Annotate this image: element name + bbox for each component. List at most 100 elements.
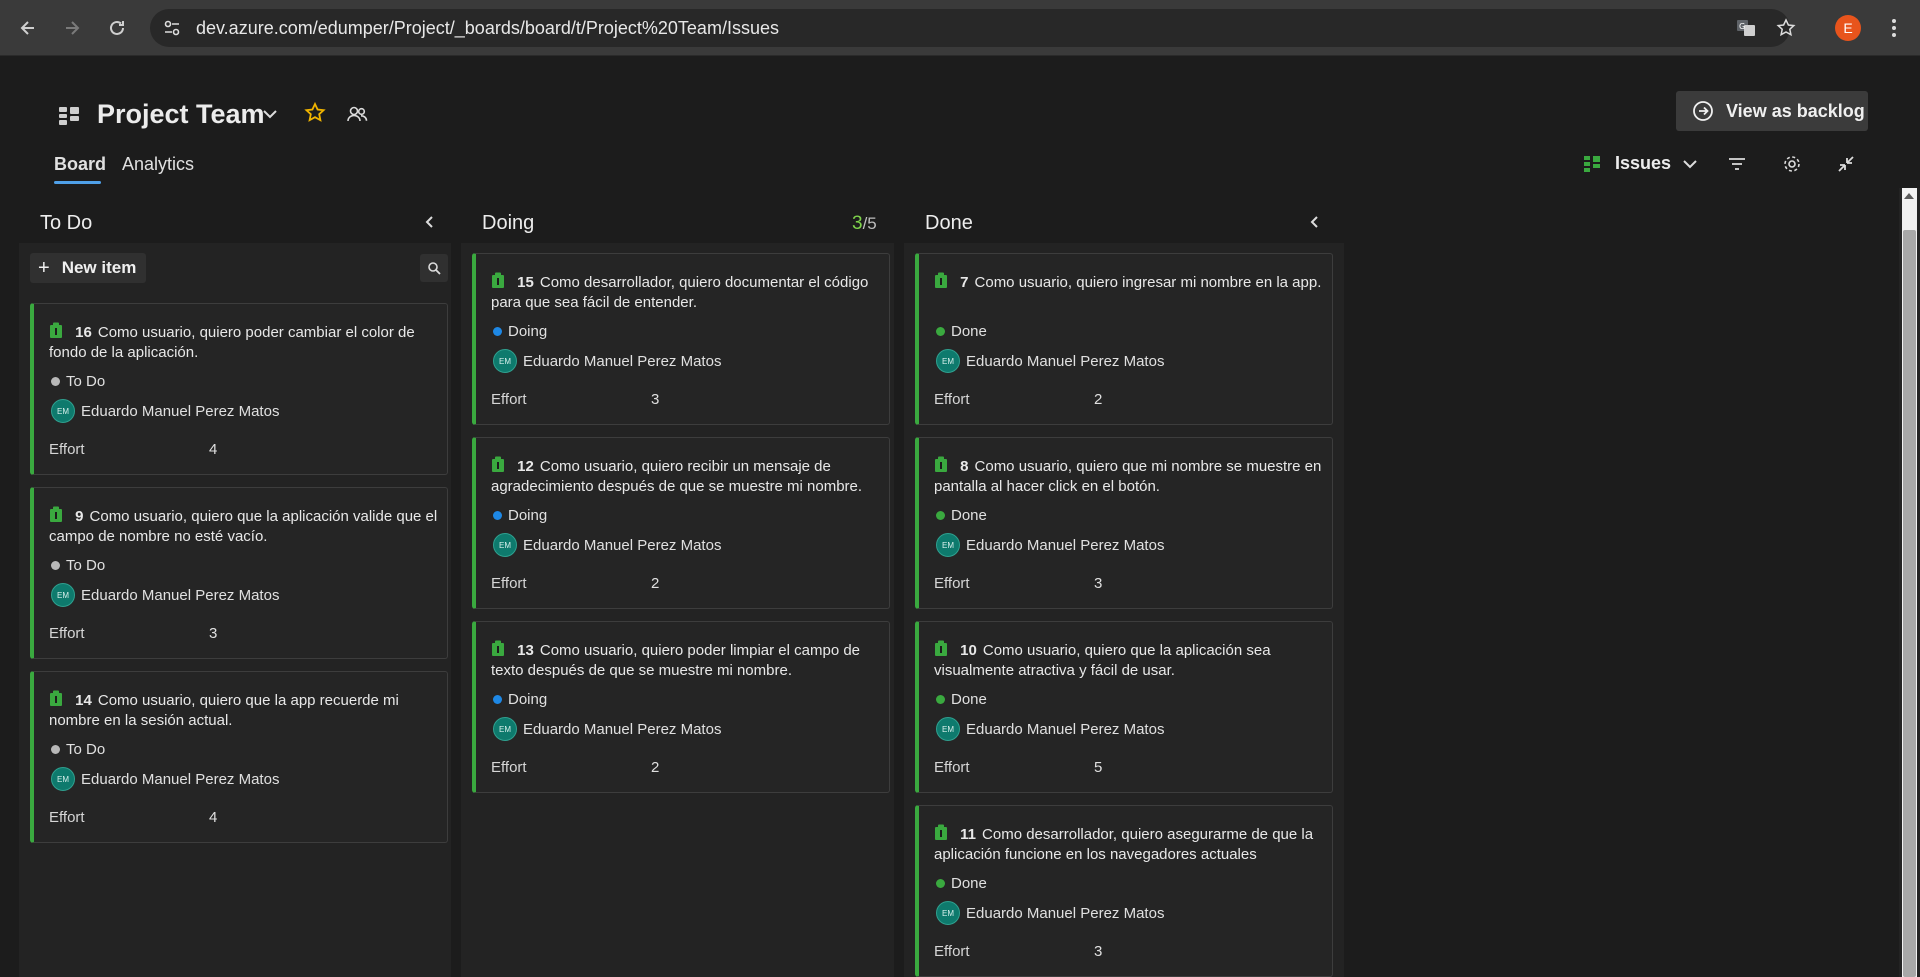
effort-value[interactable]: 5 <box>1094 759 1102 776</box>
arrow-left-icon <box>20 21 34 35</box>
avatar: EM <box>493 717 517 741</box>
new-item-button[interactable]: + New item <box>30 253 146 283</box>
work-item-card-16[interactable]: 16 Como usuario, quiero poder cambiar el … <box>30 303 448 475</box>
work-item-assignee[interactable]: EM Eduardo Manuel Perez Matos <box>51 399 279 423</box>
work-item-id: 10 <box>960 642 977 659</box>
chevron-left-icon[interactable] <box>421 213 439 231</box>
work-item-assignee[interactable]: EM Eduardo Manuel Perez Matos <box>493 349 721 373</box>
view-as-backlog-button[interactable]: View as backlog <box>1676 91 1868 131</box>
effort-value[interactable]: 4 <box>209 441 217 458</box>
work-item-state[interactable]: Done <box>936 691 987 708</box>
assignee-name: Eduardo Manuel Perez Matos <box>966 904 1165 922</box>
work-item-card-9[interactable]: 9 Como usuario, quiero que la aplicación … <box>30 487 448 659</box>
work-item-title[interactable]: 7 Como usuario, quiero ingresar mi nombre… <box>934 272 1324 293</box>
arrow-right-icon <box>66 21 80 35</box>
profile-avatar[interactable]: E <box>1835 15 1861 41</box>
work-item-title[interactable]: 12 Como usuario, quiero recibir un mensaj… <box>491 456 881 497</box>
star-icon[interactable] <box>304 102 326 124</box>
work-item-assignee[interactable]: EM Eduardo Manuel Perez Matos <box>936 349 1164 373</box>
backlog-level-picker[interactable]: Issues <box>1583 153 1699 174</box>
work-item-state[interactable]: To Do <box>51 557 105 574</box>
forward-button[interactable] <box>56 12 88 44</box>
work-item-title[interactable]: 16 Como usuario, quiero poder cambiar el … <box>49 322 439 363</box>
effort-value[interactable]: 3 <box>209 625 217 642</box>
effort-value[interactable]: 2 <box>651 575 659 592</box>
work-item-state[interactable]: Done <box>936 507 987 524</box>
chevron-left-icon[interactable] <box>1306 213 1324 231</box>
effort-value[interactable]: 3 <box>1094 943 1102 960</box>
effort-value[interactable]: 2 <box>1094 391 1102 408</box>
work-item-state[interactable]: Doing <box>493 691 547 708</box>
avatar: EM <box>51 399 75 423</box>
assignee-name: Eduardo Manuel Perez Matos <box>966 352 1165 370</box>
work-item-state[interactable]: Done <box>936 323 987 340</box>
work-item-state[interactable]: Doing <box>493 323 547 340</box>
column-search-button[interactable] <box>420 254 448 282</box>
work-item-text: Como usuario, quiero poder limpiar el ca… <box>491 642 861 679</box>
wip-limit: 3/5 <box>852 213 877 235</box>
work-item-state[interactable]: Done <box>936 875 987 892</box>
work-item-card-10[interactable]: 10 Como usuario, quiero que la aplicación… <box>915 621 1333 793</box>
work-item-assignee[interactable]: EM Eduardo Manuel Perez Matos <box>936 533 1164 557</box>
reload-button[interactable] <box>101 12 133 44</box>
work-item-state[interactable]: To Do <box>51 741 105 758</box>
site-info-icon[interactable] <box>162 18 182 38</box>
page-scrollbar[interactable] <box>1899 188 1920 977</box>
chevron-down-icon[interactable] <box>260 104 280 124</box>
work-item-assignee[interactable]: EM Eduardo Manuel Perez Matos <box>493 533 721 557</box>
work-item-text: Como usuario, quiero que la aplicación s… <box>934 642 1271 679</box>
url-text[interactable]: dev.azure.com/edumper/Project/_boards/bo… <box>196 18 779 39</box>
work-item-text: Como usuario, quiero ingresar mi nombre … <box>974 274 1322 291</box>
scroll-up-icon[interactable] <box>1904 193 1914 199</box>
effort-value[interactable]: 4 <box>209 809 217 826</box>
work-item-title[interactable]: 8 Como usuario, quiero que mi nombre se m… <box>934 456 1324 497</box>
work-item-assignee[interactable]: EM Eduardo Manuel Perez Matos <box>51 767 279 791</box>
avatar: EM <box>936 533 960 557</box>
work-item-card-14[interactable]: 14 Como usuario, quiero que la app recuer… <box>30 671 448 843</box>
work-item-state[interactable]: To Do <box>51 373 105 390</box>
arrow-circle-right-icon <box>1693 101 1713 121</box>
scrollbar-thumb[interactable] <box>1903 230 1916 977</box>
work-item-card-13[interactable]: 13 Como usuario, quiero poder limpiar el … <box>472 621 890 793</box>
state-label: Doing <box>508 323 548 340</box>
work-item-assignee[interactable]: EM Eduardo Manuel Perez Matos <box>936 717 1164 741</box>
work-item-card-8[interactable]: 8 Como usuario, quiero que mi nombre se m… <box>915 437 1333 609</box>
address-bar[interactable]: dev.azure.com/edumper/Project/_boards/bo… <box>150 9 1796 47</box>
assignee-name: Eduardo Manuel Perez Matos <box>523 536 722 554</box>
work-item-assignee[interactable]: EM Eduardo Manuel Perez Matos <box>51 583 279 607</box>
work-item-id: 9 <box>75 508 84 525</box>
work-item-title[interactable]: 10 Como usuario, quiero que la aplicación… <box>934 640 1324 681</box>
work-item-card-7[interactable]: 7 Como usuario, quiero ingresar mi nombre… <box>915 253 1333 425</box>
work-item-state[interactable]: Doing <box>493 507 547 524</box>
bug-icon <box>492 272 504 288</box>
back-button[interactable] <box>12 12 44 44</box>
bug-icon <box>935 640 947 656</box>
work-item-title[interactable]: 14 Como usuario, quiero que la app recuer… <box>49 690 439 731</box>
state-dot <box>936 327 945 336</box>
collapse-fullscreen-icon[interactable] <box>1836 154 1856 174</box>
effort-value[interactable]: 3 <box>1094 575 1102 592</box>
avatar: EM <box>51 583 75 607</box>
work-item-assignee[interactable]: EM Eduardo Manuel Perez Matos <box>493 717 721 741</box>
work-item-assignee[interactable]: EM Eduardo Manuel Perez Matos <box>936 901 1164 925</box>
bookmark-star-icon[interactable] <box>1776 18 1796 38</box>
gear-icon[interactable] <box>1782 154 1802 174</box>
state-label: To Do <box>66 741 106 758</box>
work-item-title[interactable]: 13 Como usuario, quiero poder limpiar el … <box>491 640 881 681</box>
work-item-card-12[interactable]: 12 Como usuario, quiero recibir un mensaj… <box>472 437 890 609</box>
tab-analytics[interactable]: Analytics <box>122 154 194 175</box>
work-item-title[interactable]: 11 Como desarrollador, quiero asegurarme … <box>934 824 1324 865</box>
work-item-title[interactable]: 9 Como usuario, quiero que la aplicación … <box>49 506 439 547</box>
more-vertical-icon[interactable] <box>1882 16 1906 40</box>
effort-value[interactable]: 2 <box>651 759 659 776</box>
work-item-card-15[interactable]: 15 Como desarrollador, quiero documentar … <box>472 253 890 425</box>
team-members-icon[interactable] <box>346 103 368 125</box>
assignee-name: Eduardo Manuel Perez Matos <box>966 720 1165 738</box>
effort-value[interactable]: 3 <box>651 391 659 408</box>
translate-icon[interactable]: G <box>1736 18 1756 38</box>
filter-icon[interactable] <box>1727 154 1747 174</box>
work-item-card-11[interactable]: 11 Como desarrollador, quiero asegurarme … <box>915 805 1333 977</box>
work-item-title[interactable]: 15 Como desarrollador, quiero documentar … <box>491 272 881 313</box>
tab-board[interactable]: Board <box>54 154 106 175</box>
effort-label: Effort <box>49 625 85 642</box>
